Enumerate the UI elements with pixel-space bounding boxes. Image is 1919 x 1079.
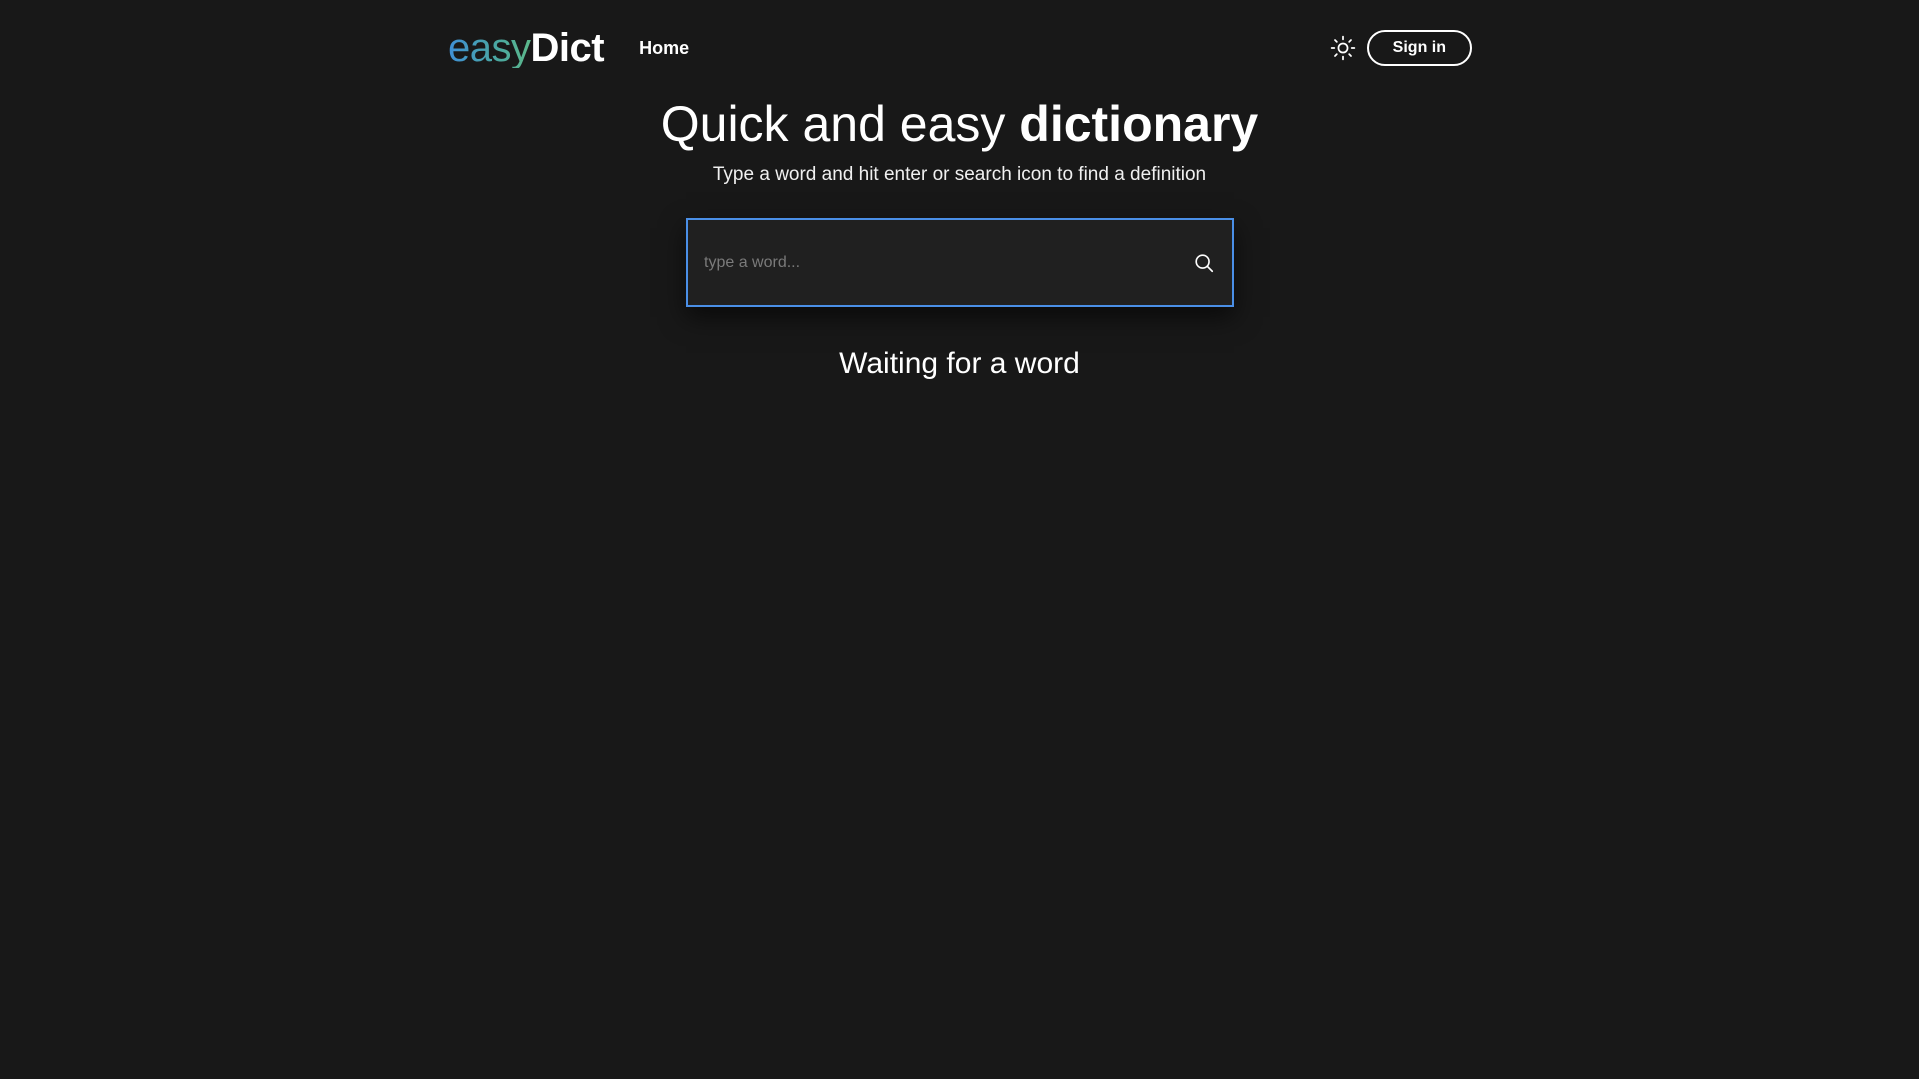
page-title: Quick and easy dictionary [0, 92, 1919, 156]
sign-in-button[interactable]: Sign in [1366, 30, 1472, 66]
logo-text-easy: easy [448, 26, 531, 70]
navbar-right: Sign in [1327, 30, 1472, 66]
search-icon [1195, 253, 1214, 272]
page-subtitle: Type a word and hit enter or search icon… [712, 164, 1207, 185]
sun-icon [1330, 35, 1355, 61]
navbar-left: easy Dict Home [448, 28, 689, 68]
logo-text-dict: Dict [530, 26, 605, 70]
app-logo[interactable]: easy Dict [448, 26, 605, 70]
theme-toggle-button[interactable] [1327, 32, 1359, 64]
title-bold-text: dictionary [1019, 96, 1259, 152]
title-regular-text: Quick and easy [660, 96, 1020, 152]
page: easy Dict Home Sign in Quick and easy di… [0, 0, 1919, 1079]
status-message: Waiting for a word [839, 347, 1080, 380]
nav-home-link[interactable]: Home [639, 38, 689, 59]
top-navbar: easy Dict Home Sign in [448, 22, 1472, 74]
search-box [686, 218, 1234, 307]
search-button[interactable] [1176, 220, 1232, 305]
search-input[interactable] [688, 220, 1176, 305]
